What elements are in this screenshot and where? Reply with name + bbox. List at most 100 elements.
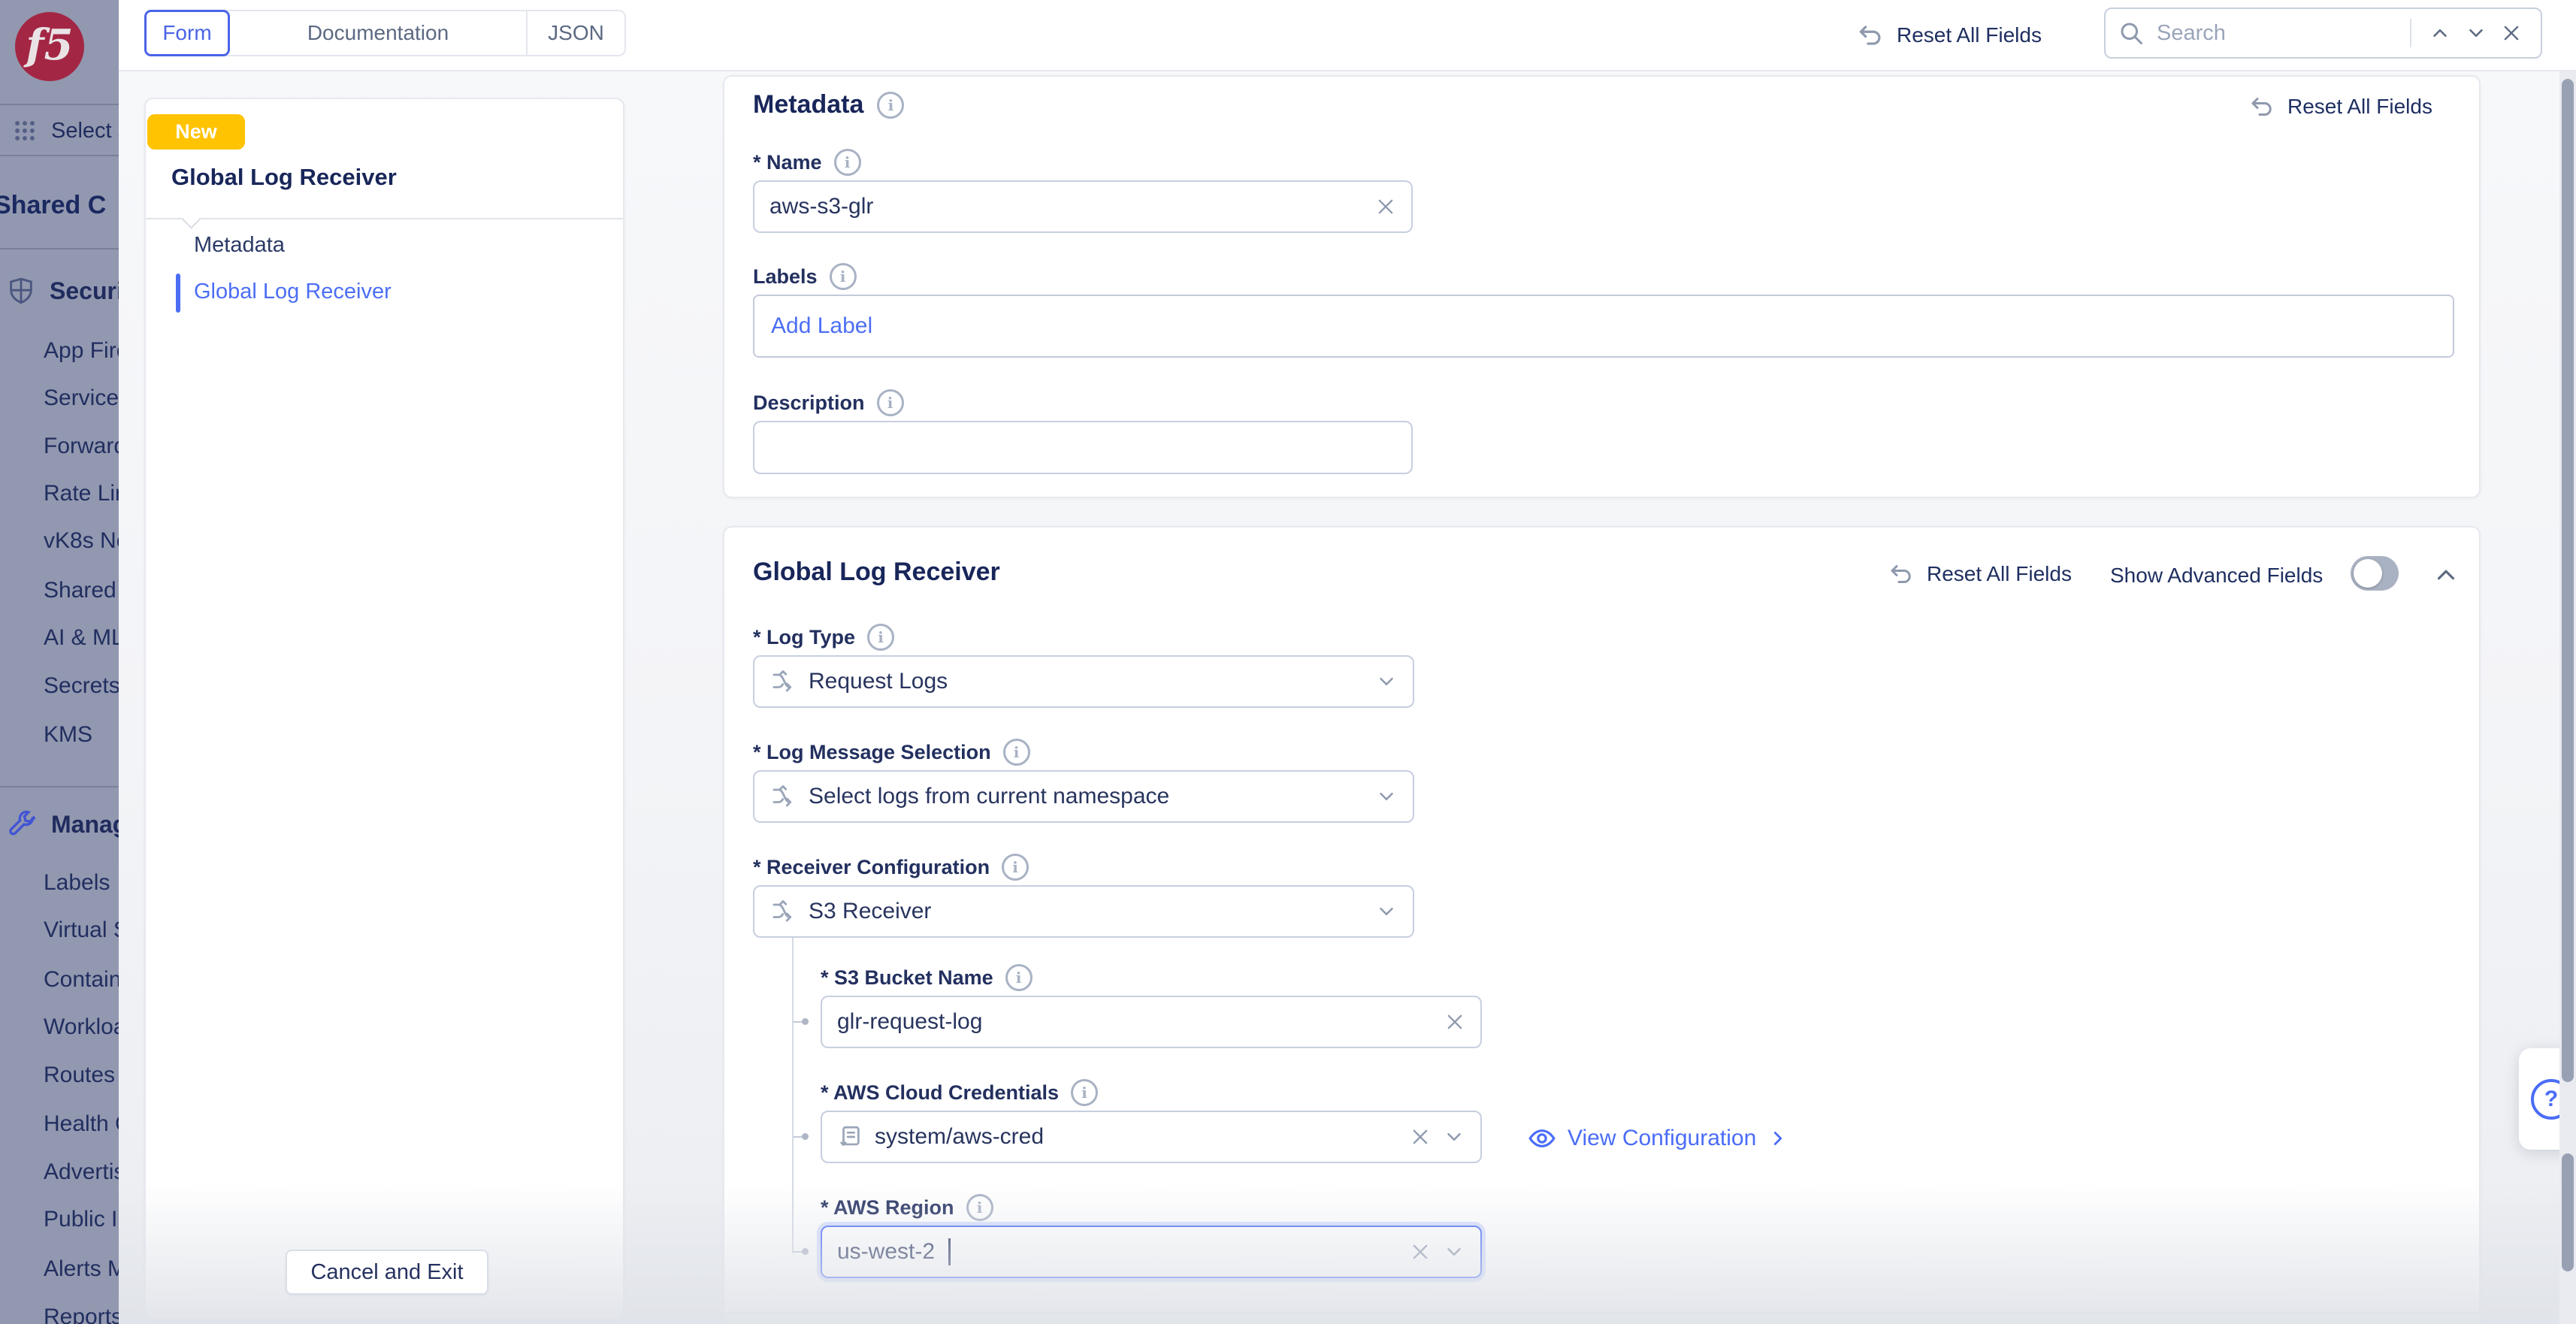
metadata-reset-all-fields-button[interactable]: Reset All Fields	[2248, 93, 2432, 120]
tab-documentation[interactable]: Documentation	[230, 11, 526, 55]
sidebar-section-manage[interactable]: Manag	[6, 809, 119, 840]
receiver-configuration-label: * Receiver Configuration	[753, 856, 990, 879]
sidebar-item[interactable]: vK8s Ne	[44, 528, 119, 554]
s3-bucket-name-value: glr-request-log	[837, 1009, 1432, 1035]
add-label-button[interactable]: Add Label	[771, 313, 872, 339]
name-input[interactable]: aws-s3-glr	[753, 180, 1413, 233]
receiver-configuration-select[interactable]: S3 Receiver	[753, 885, 1414, 938]
panel-body: New Global Log Receiver Metadata Global …	[119, 71, 2576, 1324]
show-advanced-fields-toggle[interactable]	[2351, 556, 2399, 591]
close-icon	[2501, 23, 2522, 44]
info-icon[interactable]: i	[1071, 1079, 1098, 1106]
labels-container[interactable]: Add Label	[753, 295, 2454, 358]
sidebar-item[interactable]: Contain	[44, 967, 119, 993]
search-box	[2104, 8, 2542, 59]
grid-icon	[12, 118, 38, 144]
sidebar-item[interactable]: Advertis	[44, 1159, 119, 1185]
aws-cloud-credentials-select[interactable]: system/aws-cred	[821, 1111, 1482, 1163]
scrollbar-track[interactable]	[2559, 71, 2576, 1324]
clear-icon[interactable]	[1444, 1011, 1465, 1032]
sidebar-item[interactable]: Rate Lin	[44, 481, 119, 506]
aws-region-input[interactable]: us-west-2	[821, 1226, 1482, 1278]
f5-logo: f5	[15, 12, 84, 81]
panel-header: Form Documentation JSON Reset All Fields	[119, 0, 2576, 71]
labels-field-label: Labels	[753, 265, 818, 289]
info-icon[interactable]: i	[1005, 964, 1033, 991]
undo-icon	[1856, 21, 1885, 50]
tab-json[interactable]: JSON	[526, 11, 624, 55]
sidebar-item[interactable]: Forward	[44, 434, 119, 459]
cancel-and-exit-button[interactable]: Cancel and Exit	[286, 1250, 488, 1295]
glr-reset-all-fields-button[interactable]: Reset All Fields	[1888, 561, 2072, 588]
chevron-down-icon[interactable]	[1375, 900, 1398, 923]
sidebar-item[interactable]: Virtual S	[44, 917, 119, 943]
log-message-selection-value: Select logs from current namespace	[809, 784, 1363, 809]
connector-dot	[802, 1018, 809, 1025]
aws-region-label: * AWS Region	[821, 1196, 954, 1220]
info-icon[interactable]: i	[1003, 739, 1030, 766]
search-input[interactable]	[2155, 20, 2399, 47]
tab-form[interactable]: Form	[144, 10, 230, 56]
clear-icon[interactable]	[1410, 1241, 1431, 1262]
info-icon[interactable]: i	[830, 263, 857, 290]
nav-item-global-log-receiver[interactable]: Global Log Receiver	[194, 280, 392, 304]
global-log-receiver-section-card: Global Log Receiver Reset All Fields Sho…	[723, 526, 2481, 1324]
chevron-down-icon[interactable]	[1443, 1126, 1465, 1148]
divider-notch	[182, 210, 200, 228]
sidebar-item-select-service[interactable]: Select s	[12, 116, 119, 146]
reference-list-icon	[837, 1124, 863, 1150]
info-icon[interactable]: i	[877, 389, 904, 416]
reset-all-fields-button[interactable]: Reset All Fields	[1856, 21, 2042, 50]
search-close-button[interactable]	[2494, 23, 2529, 44]
sidebar-section-security[interactable]: Securit	[6, 275, 119, 307]
nav-item-metadata[interactable]: Metadata	[194, 233, 285, 258]
branch-icon	[769, 668, 797, 695]
search-prev-button[interactable]	[2422, 22, 2458, 44]
eye-icon	[1527, 1123, 1557, 1153]
active-indicator	[176, 274, 180, 313]
search-next-button[interactable]	[2458, 22, 2494, 44]
clear-icon[interactable]	[1375, 196, 1396, 217]
description-input[interactable]	[753, 421, 1413, 474]
scrollbar-thumb[interactable]	[2562, 1153, 2574, 1271]
sidebar-item[interactable]: Routes	[44, 1063, 115, 1088]
sidebar-item[interactable]: App Fire	[44, 338, 119, 364]
collapse-section-button[interactable]	[2432, 561, 2460, 589]
sidebar-item[interactable]: Health C	[44, 1111, 119, 1137]
info-icon[interactable]: i	[1002, 854, 1029, 881]
log-message-selection-select[interactable]: Select logs from current namespace	[753, 770, 1414, 823]
divider	[0, 104, 119, 105]
sidebar-item[interactable]: Shared	[44, 578, 116, 603]
sidebar-item[interactable]: Workloa	[44, 1014, 119, 1040]
metadata-section-card: Metadata i Reset All Fields * Name i aws…	[723, 75, 2481, 498]
sidebar-item[interactable]: AI & ML	[44, 625, 119, 651]
sidebar-item[interactable]: Labels	[44, 870, 110, 896]
chevron-down-icon[interactable]	[1375, 670, 1398, 693]
sidebar-item[interactable]: Secrets	[44, 673, 119, 699]
aws-cloud-credentials-value: system/aws-cred	[875, 1124, 1398, 1150]
receiver-configuration-value: S3 Receiver	[809, 899, 1363, 924]
aws-cloud-credentials-label: * AWS Cloud Credentials	[821, 1081, 1059, 1105]
show-advanced-fields-label: Show Advanced Fields	[2110, 564, 2323, 588]
chevron-down-icon[interactable]	[1375, 785, 1398, 808]
sidebar-item[interactable]: Service	[44, 385, 119, 411]
sidebar-item[interactable]: Reports	[44, 1304, 119, 1324]
s3-bucket-name-input[interactable]: glr-request-log	[821, 996, 1482, 1048]
sidebar-item[interactable]: Alerts M	[44, 1256, 119, 1282]
view-configuration-link[interactable]: View Configuration	[1527, 1123, 1789, 1153]
s3-bucket-name-label: * S3 Bucket Name	[821, 966, 993, 990]
info-icon[interactable]: i	[867, 624, 894, 651]
divider	[0, 786, 119, 787]
log-type-value: Request Logs	[809, 669, 1363, 694]
scrollbar-thumb[interactable]	[2562, 79, 2574, 1082]
info-icon[interactable]: i	[834, 149, 861, 176]
sidebar-item[interactable]: KMS	[44, 722, 92, 748]
chevron-down-icon[interactable]	[1443, 1241, 1465, 1263]
sidebar-item[interactable]: Public IP	[44, 1207, 119, 1232]
metadata-section-title: Metadata	[753, 90, 863, 119]
info-icon[interactable]: i	[966, 1194, 993, 1221]
info-icon[interactable]: i	[877, 92, 904, 119]
clear-icon[interactable]	[1410, 1126, 1431, 1147]
workspace-title: Shared C	[0, 191, 106, 220]
log-type-select[interactable]: Request Logs	[753, 655, 1414, 708]
